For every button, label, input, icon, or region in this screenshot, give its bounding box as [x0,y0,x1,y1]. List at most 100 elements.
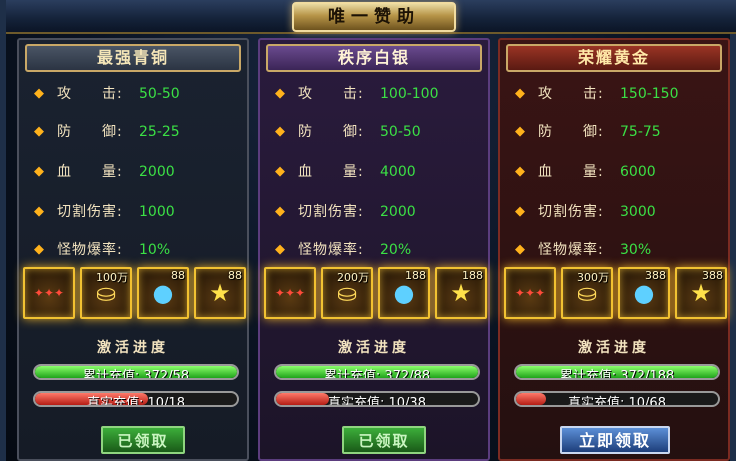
tier-title: 秩序白银 [266,44,482,72]
reward-items: ✦✦✦ ⛀ 100万 ● 88 ★ 88 [21,267,246,329]
claimed-button[interactable]: 已领取 [101,426,185,454]
diamond-bullet-icon: ◆ [275,242,285,257]
title-badge-icon: ✦✦✦ [274,286,306,300]
real-recharge-text: 真实充值: 10/68 [568,396,666,407]
diamond-bullet-icon: ◆ [515,86,525,101]
total-recharge-bar: 累计充值: 372/188 [514,364,720,380]
stat-value: 150-150 [620,86,679,102]
total-recharge-bar: 累计充值: 372/88 [274,364,480,380]
stat-defense: ◆ 防 御: 50-50 [274,122,484,142]
stat-drop-rate: ◆ 怪物爆率: 20% [274,240,484,260]
stat-label: 怪物爆率: [57,242,123,258]
stat-cut-damage: ◆ 切割伤害: 1000 [33,202,243,222]
stat-label: 怪物爆率: [538,242,604,258]
item-quantity: 100万 [96,271,128,284]
reward-slot[interactable]: ★ 188 [435,267,487,319]
reward-slot[interactable]: ⛀ 200万 [321,267,373,319]
item-quantity: 188 [462,269,483,282]
stat-value: 10% [139,242,171,258]
diamond-bullet-icon: ◆ [34,164,44,179]
stat-hp: ◆ 血 量: 6000 [514,162,724,182]
stat-label: 血 量: [538,164,604,180]
item-quantity: 188 [405,269,426,282]
stat-label: 血 量: [57,164,123,180]
stat-label: 防 御: [57,124,123,140]
reward-slot[interactable]: ● 88 [137,267,189,319]
stat-label: 防 御: [538,124,604,140]
reward-items: ✦✦✦ ⛀ 300万 ● 388 ★ 388 [502,267,727,329]
stat-value: 2000 [380,204,416,220]
activation-progress-title: 激活进度 [97,340,169,356]
activation-progress-title: 激活进度 [578,340,650,356]
stat-drop-rate: ◆ 怪物爆率: 10% [33,240,243,260]
item-quantity: 388 [645,269,666,282]
real-recharge-text: 真实充值: 10/38 [328,396,426,407]
stat-value: 100-100 [380,86,439,102]
diamond-bullet-icon: ◆ [34,124,44,139]
stat-label: 切割伤害: [298,204,364,220]
diamond-bullet-icon: ◆ [515,242,525,257]
reward-slot[interactable]: ● 188 [378,267,430,319]
reward-slot[interactable]: ⛀ 300万 [561,267,613,319]
diamond-bullet-icon: ◆ [275,124,285,139]
total-recharge-bar: 累计充值: 372/58 [33,364,239,380]
item-quantity: 200万 [337,271,369,284]
stat-cut-damage: ◆ 切割伤害: 3000 [514,202,724,222]
tier-panel-gold: 荣耀黄金 ◆ 攻 击: 150-150 ◆ 防 御: 75-75 ◆ 血 量: … [498,38,730,461]
stat-value: 3000 [620,204,656,220]
diamond-bullet-icon: ◆ [275,204,285,219]
item-quantity: 300万 [577,271,609,284]
stat-attack: ◆ 攻 击: 150-150 [514,84,724,104]
tier-panel-silver: 秩序白银 ◆ 攻 击: 100-100 ◆ 防 御: 50-50 ◆ 血 量: … [258,38,490,461]
stat-attack: ◆ 攻 击: 50-50 [33,84,243,104]
stat-value: 2000 [139,164,175,180]
reward-slot[interactable]: ★ 388 [675,267,727,319]
reward-items: ✦✦✦ ⛀ 200万 ● 188 ★ 188 [262,267,487,329]
stat-hp: ◆ 血 量: 2000 [33,162,243,182]
stat-value: 50-50 [139,86,180,102]
reward-slot[interactable]: ⛀ 100万 [80,267,132,319]
claimed-button[interactable]: 已领取 [342,426,426,454]
tier-panel-bronze: 最强青铜 ◆ 攻 击: 50-50 ◆ 防 御: 25-25 ◆ 血 量: 20… [17,38,249,461]
tier-title: 荣耀黄金 [506,44,722,72]
reward-slot[interactable]: ● 388 [618,267,670,319]
title-badge-icon: ✦✦✦ [33,286,65,300]
diamond-bullet-icon: ◆ [275,164,285,179]
real-recharge-bar: 真实充值: 10/68 [514,391,720,407]
item-quantity: 388 [702,269,723,282]
diamond-bullet-icon: ◆ [34,204,44,219]
item-quantity: 88 [171,269,185,282]
tier-title: 最强青铜 [25,44,241,72]
diamond-bullet-icon: ◆ [34,86,44,101]
stat-defense: ◆ 防 御: 75-75 [514,122,724,142]
window-title: 唯一赞助 [292,2,456,32]
diamond-bullet-icon: ◆ [275,86,285,101]
total-recharge-text: 累计充值: 372/188 [559,369,675,380]
reward-slot[interactable]: ✦✦✦ [504,267,556,319]
diamond-bullet-icon: ◆ [515,204,525,219]
stat-attack: ◆ 攻 击: 100-100 [274,84,484,104]
item-quantity: 88 [228,269,242,282]
stat-value: 20% [380,242,412,258]
stat-label: 切割伤害: [57,204,123,220]
real-recharge-bar: 真实充值: 10/38 [274,391,480,407]
stat-value: 6000 [620,164,656,180]
stat-value: 1000 [139,204,175,220]
reward-slot[interactable]: ✦✦✦ [23,267,75,319]
stat-label: 血 量: [298,164,364,180]
real-recharge-text: 真实充值: 10/18 [87,396,185,407]
total-recharge-text: 累计充值: 372/88 [323,369,431,380]
stat-label: 攻 击: [538,86,604,102]
stat-value: 30% [620,242,652,258]
reward-slot[interactable]: ★ 88 [194,267,246,319]
diamond-bullet-icon: ◆ [515,124,525,139]
stat-label: 怪物爆率: [298,242,364,258]
claim-now-button[interactable]: 立即领取 [560,426,670,454]
stat-cut-damage: ◆ 切割伤害: 2000 [274,202,484,222]
stat-label: 攻 击: [57,86,123,102]
reward-slot[interactable]: ✦✦✦ [264,267,316,319]
stat-label: 防 御: [298,124,364,140]
stat-value: 4000 [380,164,416,180]
stat-label: 切割伤害: [538,204,604,220]
stat-defense: ◆ 防 御: 25-25 [33,122,243,142]
